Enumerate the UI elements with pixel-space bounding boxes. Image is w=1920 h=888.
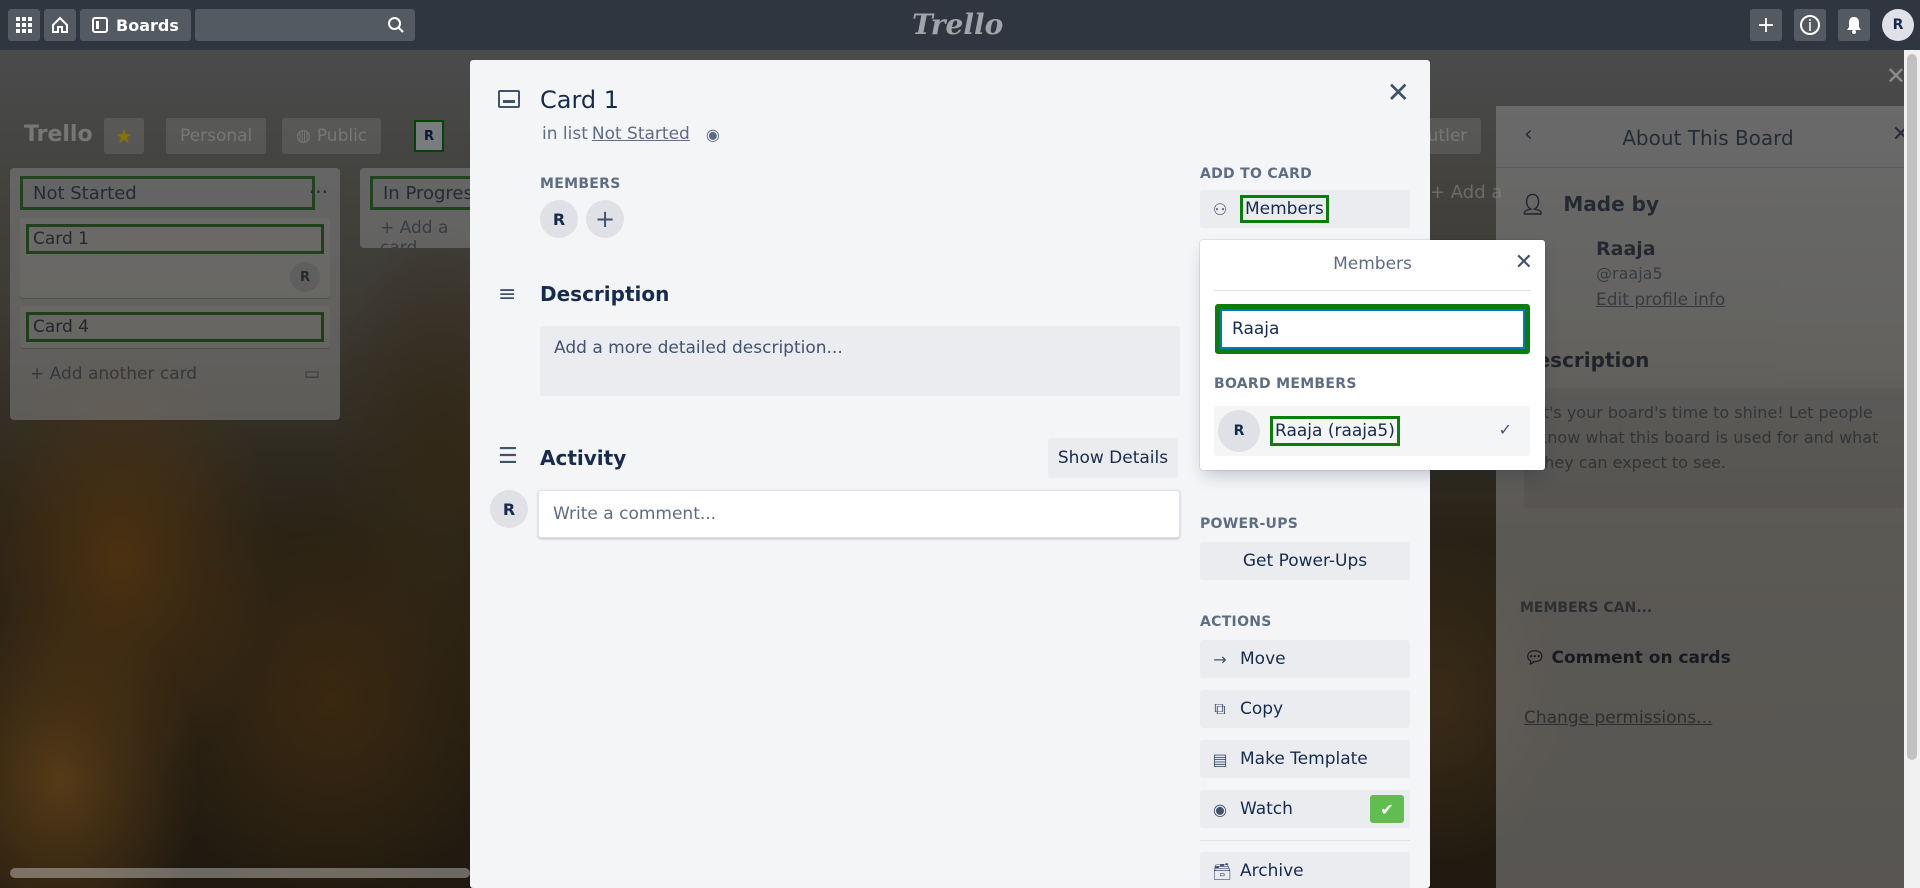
get-power-ups-button[interactable]: Get Power-Ups <box>1200 542 1410 580</box>
add-to-card-label: ADD TO CARD <box>1200 166 1313 182</box>
move-label: Move <box>1240 649 1286 669</box>
card-members-row: R + <box>540 200 624 238</box>
archive-label: Archive <box>1240 861 1304 881</box>
eye-icon: ◉ <box>1213 799 1227 819</box>
create-button[interactable]: + <box>1750 9 1782 41</box>
arrow-right-icon: → <box>1213 649 1227 669</box>
vertical-scrollbar[interactable] <box>1904 50 1920 888</box>
members-section-label: MEMBERS <box>540 176 621 192</box>
apps-grid-icon[interactable] <box>8 9 40 41</box>
divider <box>1200 840 1410 841</box>
activity-heading: Activity <box>540 446 627 470</box>
description-icon: ≡ <box>498 282 517 307</box>
show-details-button[interactable]: Show Details <box>1048 438 1178 478</box>
description-input[interactable]: Add a more detailed description... <box>540 326 1180 396</box>
trello-logo[interactable]: Trello <box>912 8 1003 41</box>
make-template-label: Make Template <box>1240 749 1368 769</box>
check-icon: ✔ <box>1370 795 1404 823</box>
in-list-label: in list <box>542 124 588 144</box>
person-icon: ⚇ <box>1212 199 1228 219</box>
members-button[interactable]: ⚇ Members <box>1200 190 1410 228</box>
description-heading: Description <box>540 282 670 306</box>
copy-icon: ⧉ <box>1214 699 1226 718</box>
check-icon: ✓ <box>1498 420 1512 439</box>
list-link[interactable]: Not Started <box>592 124 690 144</box>
close-icon[interactable]: ✕ <box>1387 76 1410 109</box>
move-button[interactable]: → Move <box>1200 640 1410 678</box>
card-icon <box>498 90 520 108</box>
members-popover: Members ✕ BOARD MEMBERS R Raaja (raaja5)… <box>1200 240 1545 470</box>
info-icon: i <box>1800 15 1820 35</box>
archive-icon: 🗃︎ <box>1212 861 1233 881</box>
home-icon <box>52 16 68 33</box>
add-member-button[interactable]: + <box>586 200 624 238</box>
home-button[interactable] <box>44 9 76 41</box>
commenter-avatar: R <box>490 490 528 528</box>
card-list-info: in list Not Started ◉ <box>542 124 720 144</box>
boards-button[interactable]: Boards <box>80 9 191 41</box>
member-name: Raaja (raaja5) <box>1270 416 1400 446</box>
member-option[interactable]: R Raaja (raaja5) ✓ <box>1214 406 1530 456</box>
top-header: Boards Trello + i R <box>0 0 1920 50</box>
bell-icon <box>1847 17 1861 34</box>
notifications-button[interactable] <box>1838 9 1870 41</box>
copy-label: Copy <box>1240 699 1284 719</box>
member-avatar[interactable]: R <box>540 200 578 238</box>
info-button[interactable]: i <box>1794 9 1826 41</box>
comment-input[interactable]: Write a comment... <box>538 490 1180 538</box>
power-ups-label: POWER-UPS <box>1200 516 1299 532</box>
plus-icon: + <box>1756 12 1776 38</box>
account-avatar[interactable]: R <box>1882 9 1914 41</box>
actions-label: ACTIONS <box>1200 614 1272 630</box>
card-title-heading[interactable]: Card 1 <box>540 86 619 114</box>
boards-label: Boards <box>116 15 179 35</box>
search-members-input[interactable] <box>1215 304 1530 354</box>
search-icon <box>387 17 404 33</box>
activity-icon: ☰ <box>498 444 518 469</box>
watch-label: Watch <box>1240 799 1293 819</box>
scrollbar-thumb[interactable] <box>1907 54 1917 760</box>
make-template-button[interactable]: ▤ Make Template <box>1200 740 1410 778</box>
close-icon[interactable]: ✕ <box>1515 250 1533 275</box>
eye-icon: ◉ <box>705 124 720 144</box>
horizontal-scrollbar[interactable] <box>10 868 470 878</box>
popover-title: Members <box>1333 254 1412 274</box>
board-members-label: BOARD MEMBERS <box>1214 376 1357 392</box>
boards-icon <box>92 17 108 33</box>
search-box[interactable] <box>194 9 415 41</box>
watch-button[interactable]: ◉ Watch ✔ <box>1200 790 1410 828</box>
member-avatar: R <box>1218 410 1260 452</box>
card-detail-modal: Card 1 in list Not Started ◉ ✕ MEMBERS R… <box>470 60 1430 888</box>
members-button-label: Members <box>1240 195 1329 223</box>
archive-button[interactable]: 🗃︎ Archive <box>1200 852 1410 888</box>
copy-button[interactable]: ⧉ Copy <box>1200 690 1410 728</box>
template-icon: ▤ <box>1212 749 1228 769</box>
divider <box>1214 290 1531 291</box>
